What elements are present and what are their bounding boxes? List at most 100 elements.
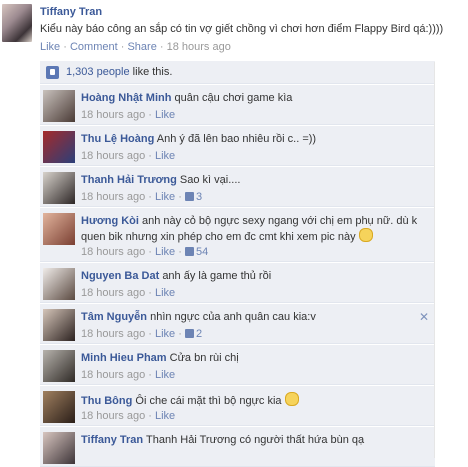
post-actions: Like · Comment · Share · 18 hours ago: [40, 41, 231, 53]
comment-timestamp[interactable]: 18 hours ago: [81, 191, 145, 203]
remove-comment-icon[interactable]: ✕: [419, 310, 429, 324]
comment-body: Hoàng Nhật Minh quân cậu chơi game kìa: [81, 91, 419, 105]
comment-timestamp[interactable]: 18 hours ago: [81, 246, 145, 258]
commenter-name[interactable]: Tiffany Tran: [81, 434, 143, 446]
thumbs-up-icon: [46, 66, 59, 79]
comment-text: anh ấy là game thủ rồi: [162, 270, 272, 282]
comment-meta: 18 hours ago · Like: [81, 410, 176, 422]
thumbs-up-icon: [184, 329, 194, 338]
comment-like-link[interactable]: Like: [155, 287, 175, 299]
right-divider: [434, 62, 435, 458]
comment-like-link[interactable]: Like: [155, 150, 175, 162]
comment-like-link[interactable]: Like: [155, 369, 175, 381]
commenter-avatar[interactable]: [43, 432, 75, 464]
comment-text: Cửa bn rùi chị: [169, 352, 239, 364]
comment-like-link[interactable]: Like: [155, 191, 175, 203]
comment-text: quân cậu chơi game kìa: [174, 92, 293, 104]
comment-meta: 18 hours ago · Like: [81, 109, 176, 121]
comment-body: Tiffany Tran Thanh Hải Trương có người t…: [81, 433, 419, 447]
author-avatar[interactable]: [2, 4, 32, 42]
comment-meta: 18 hours ago · Like · 3: [81, 191, 203, 203]
commenter-avatar[interactable]: [43, 309, 75, 341]
separator: ·: [159, 41, 164, 53]
comment-meta: 18 hours ago · Like · 2: [81, 328, 203, 340]
comment-timestamp[interactable]: 18 hours ago: [81, 410, 145, 422]
comment-meta: 18 hours ago · Like · 54: [81, 246, 209, 258]
likes-number: 3: [195, 191, 203, 203]
comment-body: Hương Kòi anh này cỏ bộ ngực sexy ngang …: [81, 214, 419, 244]
comment-like-link[interactable]: Like: [155, 410, 175, 422]
commenter-name[interactable]: Thu Lệ Hoàng: [81, 133, 154, 145]
comment-text: Ôi che cái mặt thì bộ ngực kia: [135, 395, 282, 407]
comment-meta: 18 hours ago · Like: [81, 369, 176, 381]
comment-row: Thanh Hải Trương Sao kì vại.... 18 hours …: [40, 166, 435, 207]
commenter-avatar[interactable]: [43, 131, 75, 163]
comment-meta: 18 hours ago · Like: [81, 287, 176, 299]
emoticon-icon: [284, 392, 299, 406]
comment-like-link[interactable]: Like: [155, 246, 175, 258]
comment-row: Thu Lệ Hoàng Anh ý đã lên bao nhiêu rồi …: [40, 125, 435, 166]
thumbs-up-icon: [184, 192, 194, 201]
commenter-avatar[interactable]: [43, 172, 75, 204]
like-link[interactable]: Like: [40, 41, 60, 53]
likes-count-link[interactable]: 1,303 people: [66, 66, 130, 78]
comment-row: Hương Kòi anh này cỏ bộ ngực sexy ngang …: [40, 207, 435, 262]
commenter-avatar[interactable]: [43, 391, 75, 423]
comment-body: Thu Lệ Hoàng Anh ý đã lên bao nhiêu rồi …: [81, 132, 419, 146]
likes-suffix: like this.: [129, 66, 173, 78]
comment-list: Hoàng Nhật Minh quân cậu chơi game kìa 18…: [40, 84, 435, 467]
comment-body: Thu Bông Ôi che cái mặt thì bộ ngực kia: [81, 392, 419, 408]
comment-text: nhìn ngực của anh quân cau kia:v: [150, 311, 316, 323]
comments-panel: 1,303 people like this. Hoàng Nhật Minh …: [40, 61, 435, 467]
comment-like-link[interactable]: Like: [155, 328, 175, 340]
comment-link[interactable]: Comment: [70, 41, 118, 53]
comment-row: Minh Hieu Pham Cửa bn rùi chị 18 hours ag…: [40, 344, 435, 385]
commenter-name[interactable]: Thanh Hải Trương: [81, 174, 177, 186]
thumbs-up-icon: [184, 247, 194, 256]
commenter-name[interactable]: Minh Hieu Pham: [81, 352, 167, 364]
separator: ·: [120, 41, 125, 53]
comment-meta: 18 hours ago · Like: [81, 150, 176, 162]
comment-row: Hoàng Nhật Minh quân cậu chơi game kìa 18…: [40, 84, 435, 125]
comment-timestamp[interactable]: 18 hours ago: [81, 109, 145, 121]
comment-row: Tâm Nguyễn nhìn ngực của anh quân cau ki…: [40, 303, 435, 344]
comment-text: Thanh Hải Trương có người thất hứa bùn q…: [146, 434, 365, 446]
comment-body: Nguyen Ba Dat anh ấy là game thủ rồi: [81, 269, 419, 283]
comment-likes-count[interactable]: 54: [184, 246, 209, 258]
comment-row: Nguyen Ba Dat anh ấy là game thủ rồi 18 h…: [40, 262, 435, 303]
commenter-name[interactable]: Tâm Nguyễn: [81, 311, 147, 323]
post: Tiffany Tran Kiểu này báo công an sắp có…: [0, 0, 468, 62]
comment-text: Sao kì vại....: [179, 174, 241, 186]
separator: ·: [63, 41, 67, 53]
comment-timestamp[interactable]: 18 hours ago: [81, 150, 145, 162]
likes-number: 54: [195, 246, 209, 258]
comment-body: Tâm Nguyễn nhìn ngực của anh quân cau ki…: [81, 310, 419, 324]
likes-text: 1,303 people like this.: [66, 66, 172, 78]
commenter-name[interactable]: Hoàng Nhật Minh: [81, 92, 171, 104]
comment-likes-count[interactable]: 3: [184, 191, 203, 203]
comment-text: Anh ý đã lên bao nhiêu rồi c.. =)): [156, 133, 317, 145]
likes-number: 2: [195, 328, 203, 340]
comment-row: Tiffany Tran Thanh Hải Trương có người t…: [40, 426, 435, 467]
commenter-avatar[interactable]: [43, 350, 75, 382]
commenter-name[interactable]: Hương Kòi: [81, 215, 139, 227]
commenter-avatar[interactable]: [43, 268, 75, 300]
commenter-name[interactable]: Nguyen Ba Dat: [81, 270, 159, 282]
post-text: Kiểu này báo công an sắp có tin vợ giết …: [40, 23, 444, 35]
comment-body: Minh Hieu Pham Cửa bn rùi chị: [81, 351, 419, 365]
commenter-avatar[interactable]: [43, 90, 75, 122]
commenter-name[interactable]: Thu Bông: [81, 395, 132, 407]
comment-row: Thu Bông Ôi che cái mặt thì bộ ngực kia …: [40, 385, 435, 426]
post-author[interactable]: Tiffany Tran: [40, 6, 102, 18]
comment-like-link[interactable]: Like: [155, 109, 175, 121]
commenter-avatar[interactable]: [43, 213, 75, 245]
comment-body: Thanh Hải Trương Sao kì vại....: [81, 173, 419, 187]
post-timestamp[interactable]: 18 hours ago: [167, 41, 231, 53]
emoticon-icon: [358, 228, 373, 242]
comment-timestamp[interactable]: 18 hours ago: [81, 287, 145, 299]
likes-summary: 1,303 people like this.: [40, 61, 435, 84]
share-link[interactable]: Share: [127, 41, 156, 53]
comment-timestamp[interactable]: 18 hours ago: [81, 369, 145, 381]
comment-timestamp[interactable]: 18 hours ago: [81, 328, 145, 340]
comment-likes-count[interactable]: 2: [184, 328, 203, 340]
